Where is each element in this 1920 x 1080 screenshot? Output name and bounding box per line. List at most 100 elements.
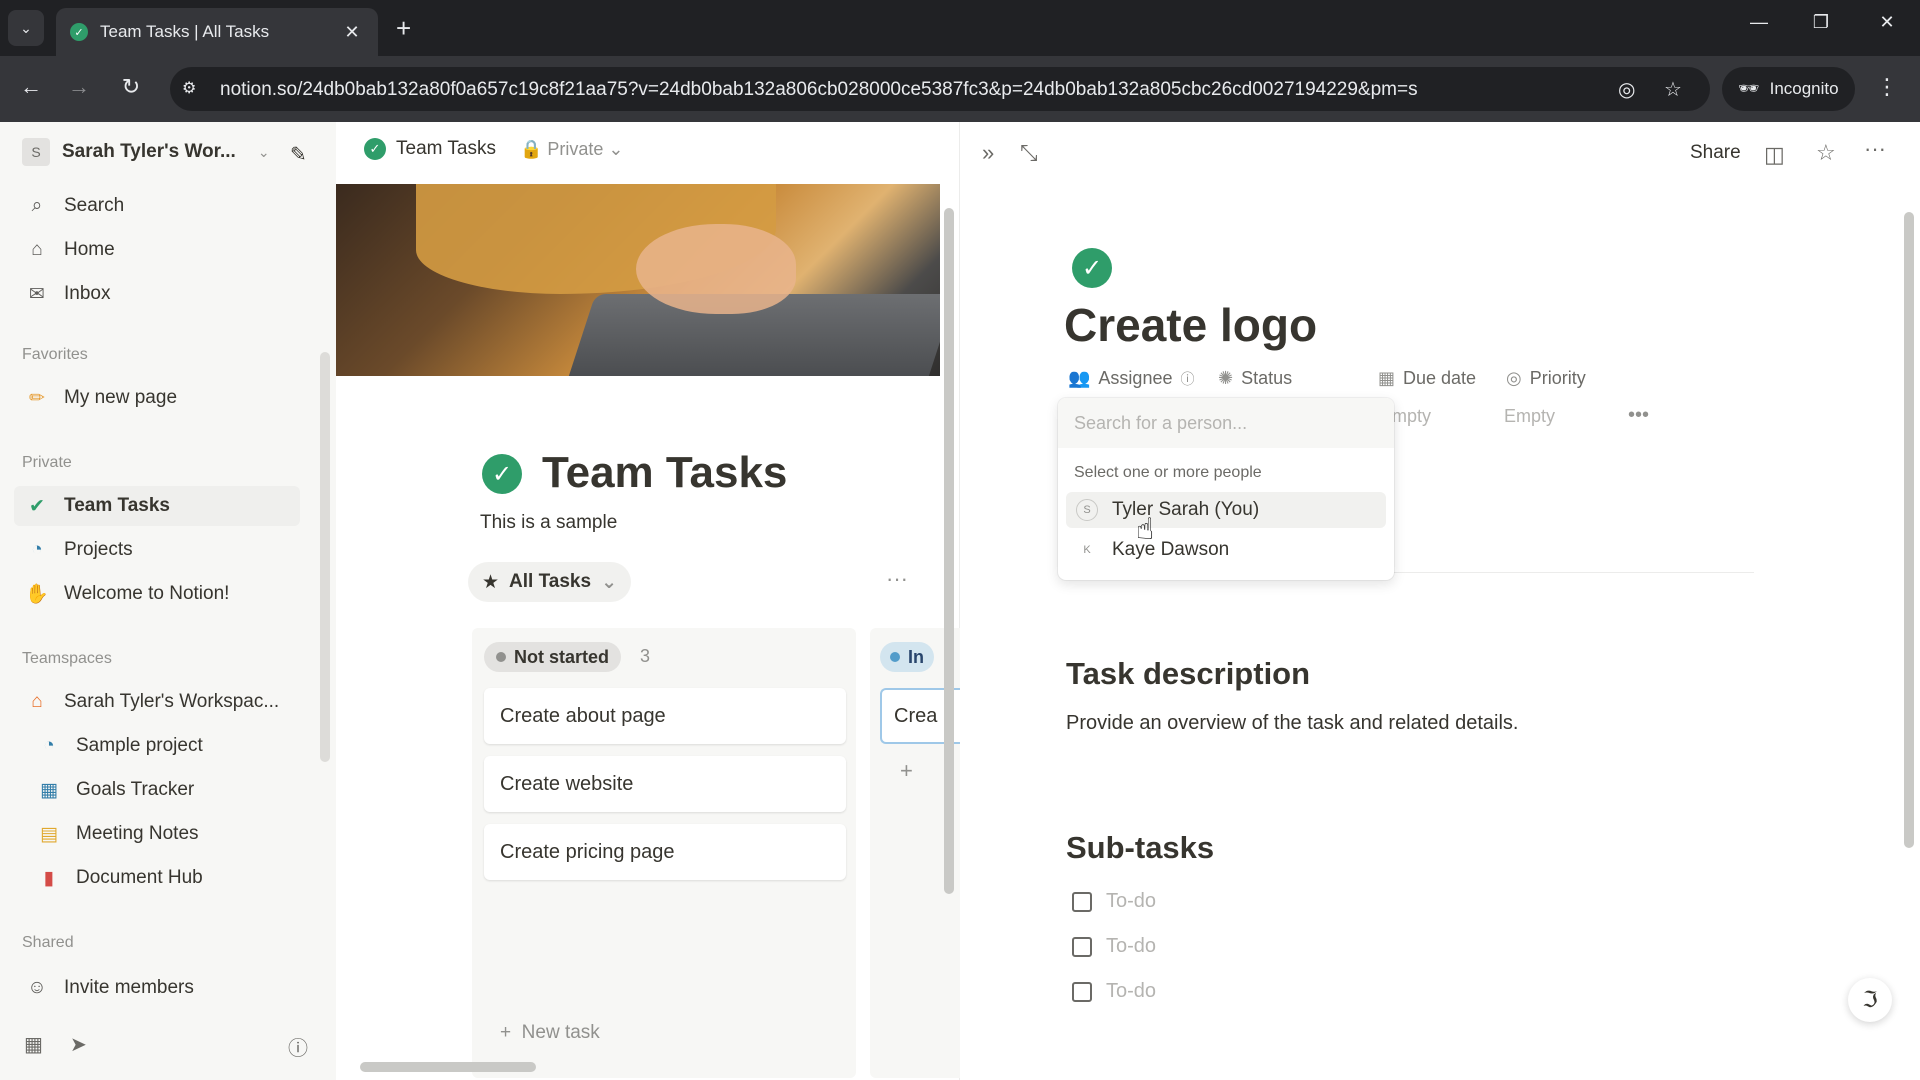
minimize-icon[interactable]: — bbox=[1744, 12, 1774, 33]
heading-sub-tasks[interactable]: Sub-tasks bbox=[1066, 830, 1214, 866]
sidebar-item-home[interactable]: ⌂ Home bbox=[14, 230, 300, 270]
close-tab-icon[interactable]: ✕ bbox=[340, 22, 364, 43]
projects-icon: ◔ bbox=[31, 539, 43, 560]
teamspaces-heading[interactable]: Teamspaces bbox=[22, 650, 112, 668]
restore-icon[interactable]: ❐ bbox=[1806, 12, 1836, 33]
tab-search-chevron-icon[interactable]: ⌄ bbox=[8, 10, 44, 46]
layout-toggle-icon[interactable]: ◫ bbox=[1764, 142, 1785, 168]
task-card[interactable]: Create website bbox=[484, 756, 846, 812]
priority-value[interactable]: Empty bbox=[1504, 406, 1555, 427]
heading-task-description[interactable]: Task description bbox=[1066, 656, 1310, 692]
plus-icon[interactable]: + bbox=[900, 758, 913, 784]
close-peek-icon[interactable]: » bbox=[982, 140, 994, 166]
vertical-scrollbar[interactable] bbox=[1904, 212, 1914, 848]
tab-title: Team Tasks | All Tasks bbox=[100, 22, 270, 41]
share-button[interactable]: Share bbox=[1690, 142, 1741, 164]
more-options-icon[interactable]: ··· bbox=[1864, 136, 1886, 162]
property-due-date[interactable]: ▦ Due date bbox=[1378, 368, 1476, 389]
view-tab-all-tasks[interactable]: ★ All Tasks ⌄ bbox=[468, 562, 631, 602]
task-card[interactable]: Create about page bbox=[484, 688, 846, 744]
status-group-pill[interactable]: In bbox=[880, 642, 934, 672]
property-priority[interactable]: ◎ Priority bbox=[1506, 368, 1586, 389]
page-description[interactable]: This is a sample bbox=[480, 512, 617, 534]
favorites-heading[interactable]: Favorites bbox=[22, 346, 88, 364]
breadcrumb: ✓ Team Tasks 🔒 Private ⌄ bbox=[364, 138, 624, 160]
reload-icon[interactable]: ↻ bbox=[116, 74, 146, 100]
favorite-star-icon[interactable]: ☆ bbox=[1816, 140, 1836, 166]
sidebar-item-workspace[interactable]: ⌂ Sarah Tyler's Workspac... bbox=[14, 682, 300, 722]
due-date-value[interactable]: mpty bbox=[1392, 406, 1431, 427]
sidebar-item-sample-project[interactable]: ◔ Sample project bbox=[26, 726, 312, 766]
send-icon[interactable]: ➤ bbox=[70, 1032, 87, 1057]
sidebar-item-meeting-notes[interactable]: ▤ Meeting Notes bbox=[26, 814, 312, 854]
sidebar-item-projects[interactable]: ◔ Projects bbox=[14, 530, 300, 570]
status-group-pill[interactable]: Not started bbox=[484, 642, 622, 672]
todo-item[interactable]: To-do bbox=[1072, 935, 1156, 958]
page-icon[interactable]: ✓ bbox=[482, 454, 522, 494]
bookmark-star-icon[interactable]: ☆ bbox=[1664, 77, 1682, 102]
todo-item[interactable]: To-do bbox=[1072, 890, 1156, 913]
shared-heading[interactable]: Shared bbox=[22, 934, 74, 952]
person-option-tyler-sarah[interactable]: S Tyler Sarah (You) bbox=[1066, 492, 1386, 528]
database-page: ✓ Team Tasks 🔒 Private ⌄ ✓ Team Tasks Th… bbox=[336, 122, 960, 1080]
horizontal-scrollbar[interactable] bbox=[360, 1062, 536, 1072]
check-circle-icon: ✔ bbox=[29, 495, 45, 517]
sidebar-item-my-new-page[interactable]: ✏ My new page bbox=[14, 378, 300, 418]
person-search-input[interactable] bbox=[1058, 398, 1394, 448]
back-icon[interactable]: ← bbox=[16, 74, 46, 100]
private-heading[interactable]: Private bbox=[22, 454, 72, 472]
omnibox[interactable]: ⚙ notion.so/24db0bab132a80f0a657c19c8f21… bbox=[170, 67, 1710, 111]
todo-label: To-do bbox=[1106, 935, 1157, 957]
property-status[interactable]: ✺ Status bbox=[1218, 368, 1292, 389]
sidebar-item-inbox[interactable]: ✉ Inbox bbox=[14, 274, 300, 314]
close-window-icon[interactable]: ✕ bbox=[1872, 12, 1902, 33]
page-icon[interactable]: ✓ bbox=[1072, 248, 1112, 288]
eye-off-icon[interactable]: ◎ bbox=[1618, 77, 1635, 102]
checkbox[interactable] bbox=[1072, 981, 1092, 1002]
ai-assistant-icon[interactable]: ℑ bbox=[1848, 978, 1892, 1022]
privacy-badge[interactable]: 🔒 Private ⌄ bbox=[520, 139, 624, 160]
sidebar-item-label: Sample project bbox=[76, 735, 203, 756]
page-title[interactable]: Create logo bbox=[1064, 298, 1317, 352]
plus-icon: + bbox=[500, 1022, 512, 1043]
new-tab-icon[interactable]: + bbox=[396, 14, 411, 42]
help-icon[interactable]: ⓘ bbox=[288, 1032, 308, 1061]
picker-hint: Select one or more people bbox=[1074, 464, 1262, 481]
sidebar-item-search[interactable]: ⌕ Search bbox=[14, 186, 300, 226]
hand-cursor-icon: ☝ bbox=[1136, 513, 1155, 546]
chevron-down-icon: ⌄ bbox=[601, 571, 617, 593]
person-name: Kaye Dawson bbox=[1112, 539, 1230, 560]
incognito-badge[interactable]: 🕶 Incognito bbox=[1722, 67, 1855, 111]
task-card[interactable]: Create pricing page bbox=[484, 824, 846, 880]
browser-tab[interactable]: ✓ Team Tasks | All Tasks ✕ bbox=[56, 8, 378, 56]
sidebar-item-document-hub[interactable]: ▮ Document Hub bbox=[26, 858, 312, 898]
todo-label: To-do bbox=[1106, 890, 1157, 912]
workspace-switcher[interactable]: S Sarah Tyler's Wor... ⌄ bbox=[22, 138, 270, 166]
checkbox[interactable] bbox=[1072, 891, 1092, 912]
todo-item[interactable]: To-do bbox=[1072, 980, 1156, 1003]
vertical-scrollbar[interactable] bbox=[944, 208, 954, 894]
calendar-app-icon[interactable]: ▦ bbox=[24, 1032, 43, 1057]
expand-icon[interactable]: ⤡ bbox=[1020, 140, 1038, 166]
new-task-button[interactable]: + New task bbox=[500, 1022, 600, 1044]
new-page-icon[interactable]: ✎ bbox=[290, 142, 307, 167]
more-properties-icon[interactable]: ••• bbox=[1628, 404, 1649, 427]
property-assignee[interactable]: 👥 Assignee ⓘ bbox=[1068, 368, 1194, 389]
page-title[interactable]: Team Tasks bbox=[542, 448, 787, 498]
checkbox[interactable] bbox=[1072, 936, 1092, 957]
browser-menu-icon[interactable]: ⋮ bbox=[1876, 74, 1898, 100]
forward-icon[interactable]: → bbox=[64, 74, 94, 100]
sidebar-item-welcome[interactable]: ✋ Welcome to Notion! bbox=[14, 574, 300, 614]
more-options-icon[interactable]: ··· bbox=[886, 566, 908, 592]
browser-tab-strip: ⌄ ✓ Team Tasks | All Tasks ✕ + — ❐ ✕ bbox=[0, 0, 1920, 56]
url-text[interactable]: notion.so/24db0bab132a80f0a657c19c8f21aa… bbox=[220, 79, 1560, 101]
invite-members-button[interactable]: ☺ Invite members bbox=[14, 968, 300, 1008]
sidebar-item-team-tasks[interactable]: ✔ Team Tasks bbox=[14, 486, 300, 526]
sidebar-scrollbar[interactable] bbox=[320, 352, 330, 762]
person-option-kaye-dawson[interactable]: K Kaye Dawson bbox=[1066, 532, 1386, 568]
sidebar-item-goals-tracker[interactable]: ▦ Goals Tracker bbox=[26, 770, 312, 810]
description-paragraph[interactable]: Provide an overview of the task and rela… bbox=[1066, 712, 1518, 735]
site-info-icon[interactable]: ⚙ bbox=[182, 78, 196, 98]
breadcrumb-title[interactable]: Team Tasks bbox=[396, 138, 496, 160]
address-bar: ← → ↻ ⚙ notion.so/24db0bab132a80f0a657c1… bbox=[0, 56, 1920, 122]
